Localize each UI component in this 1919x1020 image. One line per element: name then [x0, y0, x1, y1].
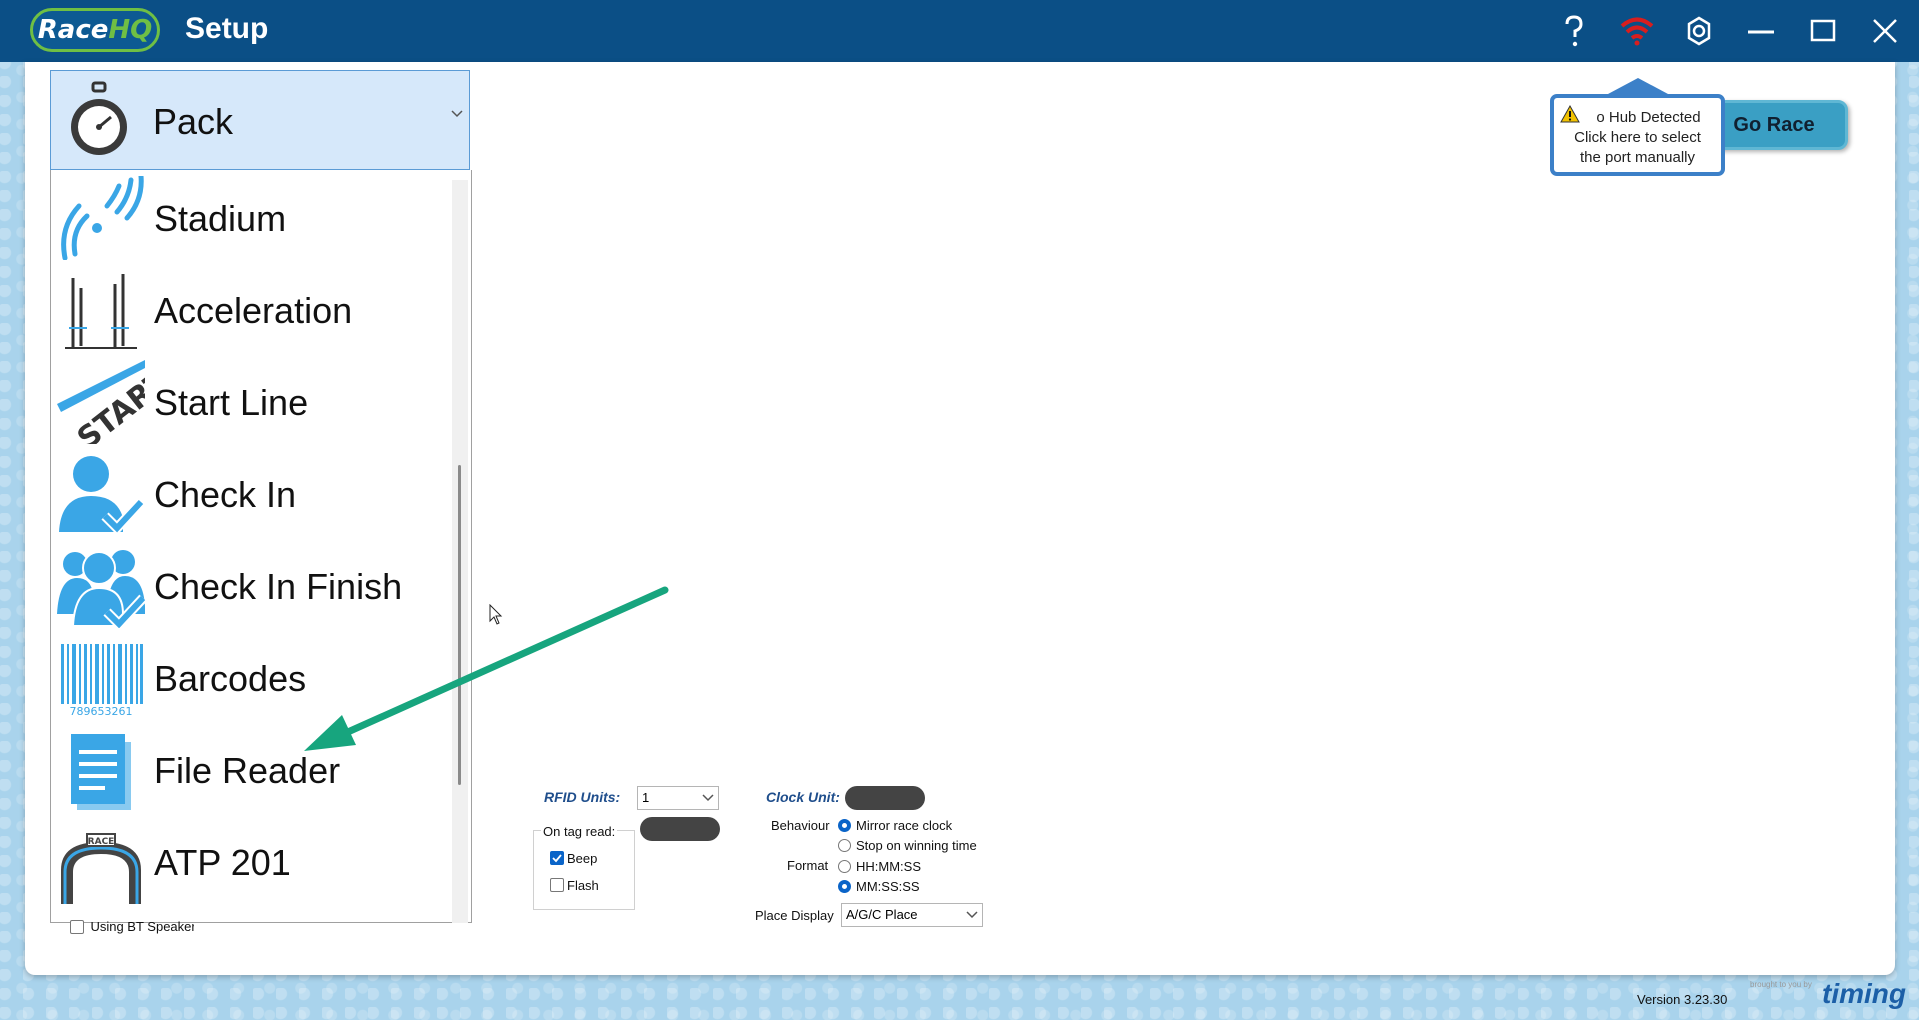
tooltip-line-1: o Hub Detected	[1554, 104, 1721, 129]
format-hhmmss-label: HH:MM:SS	[856, 859, 921, 874]
behaviour-stop-radio[interactable]	[838, 839, 851, 852]
file-document-icon	[71, 734, 131, 810]
bt-speaker-checkbox[interactable]: Using BT Speaker	[70, 920, 194, 934]
acceleration-poles-icon	[65, 274, 137, 349]
maximize-icon[interactable]	[1802, 10, 1844, 52]
format-mmssss-radio[interactable]	[838, 880, 851, 893]
mouse-cursor-icon	[489, 604, 503, 625]
tooltip-line-3: the port manually	[1579, 149, 1696, 166]
logo-hq-text: HQ	[108, 15, 153, 45]
beep-checkbox[interactable]	[550, 851, 564, 865]
minimize-icon[interactable]	[1740, 10, 1782, 52]
list-item-label: Check In	[154, 474, 297, 515]
logo-race-text: Race	[37, 15, 109, 45]
list-item-label: ATP 201	[154, 842, 291, 883]
clock-unit-label: Clock Unit:	[766, 789, 840, 805]
format-mmssss-label: MM:SS:SS	[856, 879, 920, 894]
beep-label: Beep	[567, 851, 598, 866]
chevron-down-icon	[966, 911, 978, 919]
barcode-icon: 789653261	[59, 642, 143, 718]
close-icon[interactable]	[1864, 10, 1906, 52]
place-display-select[interactable]: A/G/C Place	[841, 903, 983, 927]
list-item-start-line[interactable]: START Start Line	[51, 354, 451, 446]
barcode-number: 789653261	[70, 705, 133, 718]
list-item-acceleration[interactable]: Acceleration	[51, 262, 451, 354]
behaviour-label: Behaviour	[771, 818, 830, 833]
list-item-check-in[interactable]: Check In	[51, 446, 451, 538]
rfid-units-label: RFID Units:	[544, 789, 621, 805]
chevron-down-icon	[702, 794, 714, 802]
brand-byline: brought to you by	[1750, 980, 1812, 989]
rfid-units-select[interactable]: 1	[637, 786, 719, 810]
tooltip-line-2: Click here to select	[1574, 129, 1701, 146]
list-item-label: Barcodes	[154, 658, 307, 699]
check-icon	[552, 854, 562, 863]
bt-speaker-box[interactable]	[70, 920, 84, 934]
flash-checkbox[interactable]	[550, 878, 564, 892]
atp-gate-icon: RACE	[61, 833, 141, 904]
on-tag-read-group	[533, 830, 635, 910]
bt-speaker-label: Using BT Speaker	[90, 920, 194, 934]
place-display-label: Place Display	[755, 908, 834, 923]
place-display-value: A/G/C Place	[846, 907, 918, 922]
tooltip-arrow	[1608, 78, 1668, 94]
no-hub-tooltip[interactable]: o Hub Detected Click here to select the …	[1550, 94, 1725, 176]
mode-dropdown-list: Stadium Acceleration START Start Line Ch…	[50, 170, 472, 923]
behaviour-mirror-label: Mirror race clock	[856, 818, 953, 833]
list-item-stadium[interactable]: Stadium	[51, 170, 451, 262]
title-bar: Race HQ Setup	[0, 0, 1919, 62]
list-item-label: Start Line	[154, 382, 309, 423]
format-hhmmss-radio[interactable]	[838, 860, 851, 873]
timing-solutions-logo: timing	[1822, 978, 1906, 1009]
mode-dropdown[interactable]: Pack	[50, 70, 470, 170]
on-tag-read-label: On tag read:	[541, 824, 618, 839]
clock-status-pill	[845, 786, 925, 810]
list-item-label: Acceleration	[154, 290, 353, 331]
window-title: Setup	[185, 12, 269, 45]
flash-label: Flash	[567, 878, 599, 893]
help-icon[interactable]	[1553, 10, 1595, 52]
check-in-group-icon	[57, 550, 145, 628]
check-in-person-icon	[59, 456, 145, 536]
wifi-status-icon[interactable]	[1616, 10, 1658, 52]
behaviour-stop-label: Stop on winning time	[856, 838, 977, 853]
stadium-signal-icon	[61, 176, 144, 260]
stopwatch-icon	[71, 81, 127, 155]
version-label: Version 3.23.30	[1637, 992, 1728, 1007]
atp-badge-text: RACE	[88, 837, 115, 847]
rfid-status-pill	[640, 817, 720, 841]
format-label: Format	[787, 858, 829, 873]
settings-gear-icon[interactable]	[1678, 10, 1720, 52]
start-line-icon: START	[57, 360, 145, 444]
rfid-units-value: 1	[642, 790, 650, 805]
list-item-label: Stadium	[154, 198, 287, 239]
behaviour-mirror-radio[interactable]	[838, 819, 851, 832]
dropdown-selected-label: Pack	[153, 101, 234, 142]
annotation-arrow-icon	[304, 586, 669, 751]
chevron-down-icon	[451, 110, 463, 118]
warning-icon	[1560, 104, 1580, 129]
list-item-atp-201[interactable]: RACE ATP 201	[51, 814, 451, 906]
racehq-logo: Race HQ	[30, 8, 160, 52]
svg-text:START: START	[71, 364, 145, 444]
